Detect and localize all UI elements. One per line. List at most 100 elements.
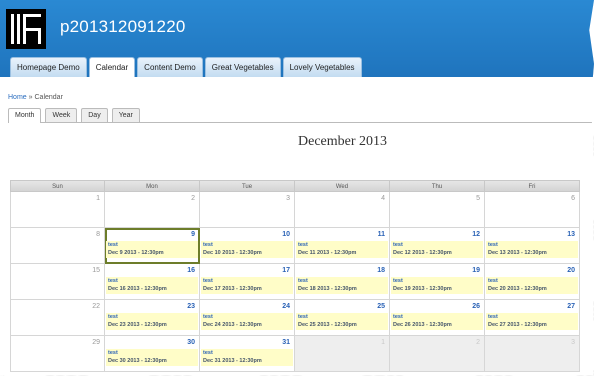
calendar-day[interactable]: 25 test Dec 25 2013 - 12:30pm — [295, 300, 390, 336]
event-title-link[interactable]: test — [488, 314, 578, 321]
calendar-day[interactable]: 30 test Dec 30 2013 - 12:30pm — [105, 336, 200, 372]
calendar-day[interactable]: 27 test Dec 27 2013 - 12:30pm — [485, 300, 580, 336]
day-number[interactable]: 23 — [187, 303, 195, 310]
calendar-day[interactable]: 12 test Dec 12 2013 - 12:30pm — [390, 228, 485, 264]
tab-homepage-demo[interactable]: Homepage Demo — [10, 57, 87, 77]
event-title-link[interactable]: test — [108, 314, 198, 321]
calendar-event[interactable]: test Dec 30 2013 - 12:30pm — [106, 349, 198, 366]
calendar-event[interactable]: test Dec 24 2013 - 12:30pm — [201, 313, 293, 330]
calendar-day-other-month[interactable]: 2 — [390, 336, 485, 372]
event-title-link[interactable]: test — [488, 242, 578, 249]
day-number[interactable]: 26 — [472, 303, 480, 310]
day-number[interactable]: 11 — [378, 231, 385, 238]
calendar-event[interactable]: test Dec 9 2013 - 12:30pm — [106, 241, 198, 258]
tab-year[interactable]: Year — [111, 108, 140, 122]
calendar-day[interactable]: 16 test Dec 16 2013 - 12:30pm — [105, 264, 200, 300]
calendar-day[interactable]: 4 — [295, 192, 390, 228]
day-number[interactable]: 15 — [92, 267, 100, 274]
event-title-link[interactable]: test — [298, 242, 388, 249]
calendar-day[interactable]: 23 test Dec 23 2013 - 12:30pm — [105, 300, 200, 336]
calendar-event[interactable]: test Dec 13 2013 - 12:30pm — [486, 241, 578, 258]
calendar-day[interactable]: 9 test Dec 9 2013 - 12:30pm — [105, 228, 200, 264]
day-number[interactable]: 27 — [567, 303, 575, 310]
calendar-event[interactable]: test Dec 16 2013 - 12:30pm — [106, 277, 198, 294]
day-number[interactable]: 12 — [472, 231, 480, 238]
calendar-day-other-month[interactable]: 3 — [485, 336, 580, 372]
calendar-event[interactable]: test Dec 19 2013 - 12:30pm — [391, 277, 483, 294]
day-number[interactable]: 22 — [92, 303, 100, 310]
calendar-day[interactable]: 13 test Dec 13 2013 - 12:30pm — [485, 228, 580, 264]
tab-month[interactable]: Month — [8, 108, 42, 123]
calendar-event[interactable]: test Dec 23 2013 - 12:30pm — [106, 313, 198, 330]
day-number[interactable]: 25 — [377, 303, 385, 310]
calendar-event[interactable]: test Dec 25 2013 - 12:30pm — [296, 313, 388, 330]
day-number[interactable]: 17 — [282, 267, 290, 274]
tab-content-demo[interactable]: Content Demo — [137, 57, 203, 77]
day-number[interactable]: 31 — [282, 339, 290, 346]
calendar-day[interactable]: 19 test Dec 19 2013 - 12:30pm — [390, 264, 485, 300]
calendar-day[interactable]: 17 test Dec 17 2013 - 12:30pm — [200, 264, 295, 300]
tab-great-vegetables[interactable]: Great Vegetables — [204, 57, 281, 77]
calendar-day[interactable]: 6 — [485, 192, 580, 228]
calendar-day[interactable]: 5 — [390, 192, 485, 228]
tab-week[interactable]: Week — [45, 108, 78, 122]
calendar-event[interactable]: test Dec 11 2013 - 12:30pm — [296, 241, 388, 258]
site-name[interactable]: p201312091220 — [60, 17, 186, 37]
calendar-event[interactable]: test Dec 31 2013 - 12:30pm — [201, 349, 293, 366]
calendar-day[interactable]: 26 test Dec 26 2013 - 12:30pm — [390, 300, 485, 336]
event-title-link[interactable]: test — [203, 350, 293, 357]
day-number[interactable]: 3 — [286, 195, 290, 202]
breadcrumb-home-link[interactable]: Home — [8, 94, 27, 101]
day-number[interactable]: 6 — [571, 195, 575, 202]
calendar-event[interactable]: test Dec 26 2013 - 12:30pm — [391, 313, 483, 330]
day-number[interactable]: 10 — [282, 231, 290, 238]
calendar-day[interactable]: 2 — [105, 192, 200, 228]
day-number[interactable]: 2 — [191, 195, 195, 202]
event-title-link[interactable]: test — [298, 314, 388, 321]
event-title-link[interactable]: test — [203, 278, 293, 285]
calendar-day[interactable]: 15 — [10, 264, 105, 300]
day-number[interactable]: 30 — [187, 339, 195, 346]
tab-calendar[interactable]: Calendar — [88, 57, 136, 77]
event-title-link[interactable]: test — [108, 242, 198, 249]
calendar-day[interactable]: 3 — [200, 192, 295, 228]
calendar-day-other-month[interactable]: 1 — [295, 336, 390, 372]
calendar-day[interactable]: 1 — [10, 192, 105, 228]
day-number[interactable]: 8 — [96, 231, 100, 238]
day-number[interactable]: 5 — [476, 195, 480, 202]
tab-day[interactable]: Day — [81, 108, 108, 122]
calendar-event[interactable]: test Dec 27 2013 - 12:30pm — [486, 313, 578, 330]
event-title-link[interactable]: test — [108, 350, 198, 357]
calendar-day[interactable]: 11 test Dec 11 2013 - 12:30pm — [295, 228, 390, 264]
event-title-link[interactable]: test — [108, 278, 198, 285]
calendar-day[interactable]: 22 — [10, 300, 105, 336]
calendar-day[interactable]: 8 — [10, 228, 105, 264]
day-number[interactable]: 24 — [282, 303, 290, 310]
calendar-event[interactable]: test Dec 20 2013 - 12:30pm — [486, 277, 578, 294]
calendar-day[interactable]: 31 test Dec 31 2013 - 12:30pm — [200, 336, 295, 372]
calendar-event[interactable]: test Dec 10 2013 - 12:30pm — [201, 241, 293, 258]
event-title-link[interactable]: test — [393, 314, 483, 321]
calendar-event[interactable]: test Dec 12 2013 - 12:30pm — [391, 241, 483, 258]
event-title-link[interactable]: test — [203, 314, 293, 321]
day-number[interactable]: 16 — [187, 267, 195, 274]
event-title-link[interactable]: test — [298, 278, 388, 285]
calendar-day[interactable]: 24 test Dec 24 2013 - 12:30pm — [200, 300, 295, 336]
calendar-day[interactable]: 10 test Dec 10 2013 - 12:30pm — [200, 228, 295, 264]
day-number[interactable]: 29 — [92, 339, 100, 346]
calendar-day[interactable]: 20 test Dec 20 2013 - 12:30pm — [485, 264, 580, 300]
day-number[interactable]: 13 — [567, 231, 575, 238]
day-number[interactable]: 4 — [381, 195, 385, 202]
calendar-event[interactable]: test Dec 18 2013 - 12:30pm — [296, 277, 388, 294]
day-number[interactable]: 18 — [377, 267, 385, 274]
calendar-day[interactable]: 29 — [10, 336, 105, 372]
event-title-link[interactable]: test — [393, 242, 483, 249]
calendar-day[interactable]: 18 test Dec 18 2013 - 12:30pm — [295, 264, 390, 300]
day-number[interactable]: 9 — [191, 231, 195, 238]
day-number[interactable]: 19 — [472, 267, 480, 274]
day-number[interactable]: 1 — [96, 195, 100, 202]
tab-lovely-vegetables[interactable]: Lovely Vegetables — [282, 57, 362, 77]
calendar-event[interactable]: test Dec 17 2013 - 12:30pm — [201, 277, 293, 294]
event-title-link[interactable]: test — [203, 242, 293, 249]
day-number[interactable]: 20 — [567, 267, 575, 274]
